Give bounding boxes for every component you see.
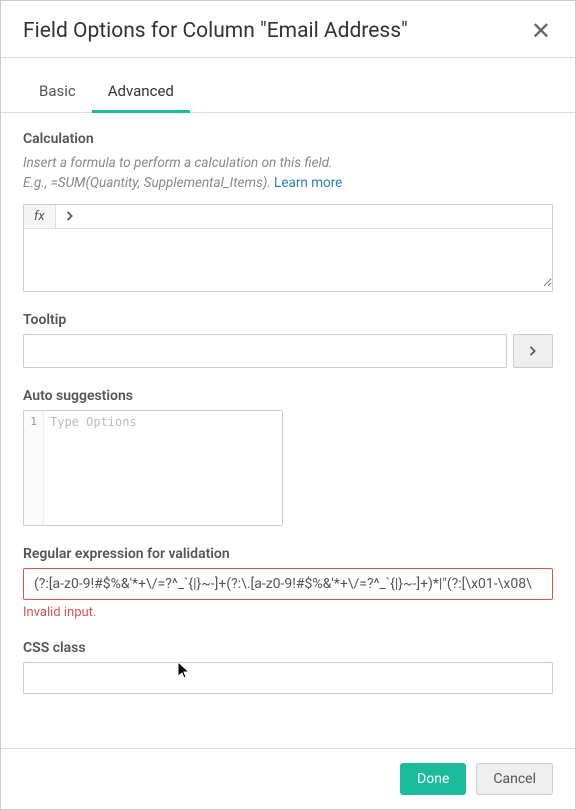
regex-section: Regular expression for validation Invali… bbox=[23, 546, 553, 620]
css-input[interactable] bbox=[23, 662, 553, 694]
suggestions-section: Auto suggestions 1 Type Options bbox=[23, 388, 553, 526]
close-icon: ✕ bbox=[531, 17, 551, 45]
calculation-box: fx bbox=[23, 204, 553, 292]
cancel-button[interactable]: Cancel bbox=[476, 763, 553, 795]
dialog-footer: Done Cancel bbox=[1, 748, 575, 809]
line-gutter: 1 bbox=[24, 411, 44, 525]
tab-bar: Basic Advanced bbox=[1, 58, 575, 113]
tab-basic[interactable]: Basic bbox=[23, 76, 92, 113]
tooltip-input[interactable] bbox=[23, 334, 507, 368]
regex-label: Regular expression for validation bbox=[23, 546, 553, 562]
formula-expand-button[interactable] bbox=[56, 205, 84, 228]
field-options-dialog: Field Options for Column "Email Address"… bbox=[0, 0, 576, 810]
dialog-header: Field Options for Column "Email Address"… bbox=[1, 1, 575, 57]
chevron-right-icon bbox=[66, 211, 74, 221]
suggestions-label: Auto suggestions bbox=[23, 388, 553, 404]
dialog-content: Calculation Insert a formula to perform … bbox=[1, 113, 575, 748]
regex-error: Invalid input. bbox=[23, 605, 553, 620]
tooltip-label: Tooltip bbox=[23, 312, 553, 328]
done-button[interactable]: Done bbox=[400, 763, 466, 795]
tab-advanced[interactable]: Advanced bbox=[92, 76, 190, 113]
learn-more-link[interactable]: Learn more bbox=[274, 175, 342, 191]
tooltip-expand-button[interactable] bbox=[513, 334, 553, 368]
suggestions-box: 1 Type Options bbox=[23, 410, 283, 526]
dialog-title: Field Options for Column "Email Address" bbox=[23, 19, 408, 43]
calculation-label: Calculation bbox=[23, 131, 553, 147]
fx-button[interactable]: fx bbox=[24, 205, 56, 228]
calculation-toolbar: fx bbox=[24, 205, 552, 229]
regex-input[interactable] bbox=[23, 568, 553, 600]
calculation-section: Calculation Insert a formula to perform … bbox=[23, 131, 553, 292]
css-label: CSS class bbox=[23, 640, 553, 656]
calculation-input[interactable] bbox=[24, 229, 552, 287]
suggestions-input[interactable]: Type Options bbox=[44, 411, 282, 525]
tooltip-section: Tooltip bbox=[23, 312, 553, 368]
chevron-right-icon bbox=[529, 346, 537, 356]
close-button[interactable]: ✕ bbox=[529, 19, 553, 43]
calculation-hint: Insert a formula to perform a calculatio… bbox=[23, 153, 553, 194]
css-section: CSS class bbox=[23, 640, 553, 694]
